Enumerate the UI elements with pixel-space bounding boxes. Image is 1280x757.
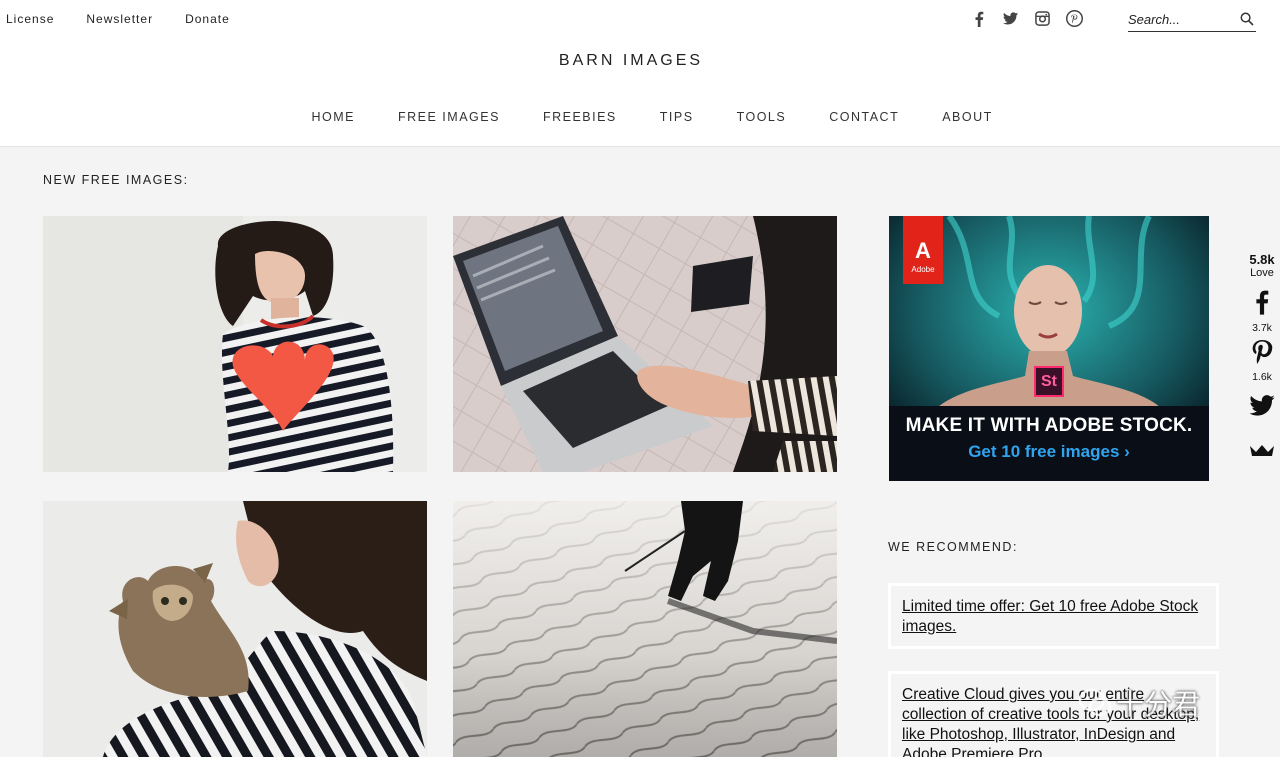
nav-free-images[interactable]: FREE IMAGES [377,110,522,124]
facebook-share-button[interactable]: 3.7k [1244,289,1280,334]
pinterest-icon[interactable] [1065,9,1084,28]
crown-share-button[interactable] [1244,443,1280,462]
license-link[interactable]: License [6,12,54,26]
recommend-link-1[interactable]: Limited time offer: Get 10 free Adobe St… [902,598,1198,635]
share-total-count: 5.8k [1249,252,1275,267]
twitter-icon[interactable] [1001,9,1020,28]
site-title[interactable]: BARN IMAGES [0,52,1262,70]
newsletter-link[interactable]: Newsletter [86,12,153,26]
main-nav: HOME FREE IMAGES FREEBIES TIPS TOOLS CON… [290,110,1014,124]
recommend-card: Limited time offer: Get 10 free Adobe St… [888,583,1219,649]
social-links [969,9,1084,28]
facebook-icon [1255,289,1269,320]
nav-about[interactable]: ABOUT [921,110,1015,124]
pinterest-icon [1251,340,1273,369]
skier-snow-photo[interactable] [453,501,837,757]
site-header: License Newsletter Donate BARN IMAGES HO… [0,0,1280,147]
top-links: License Newsletter Donate [6,12,262,26]
share-bar: 5.8k Love 3.7k 1.6k [1244,252,1280,462]
adobe-stock-ad[interactable]: A Adobe St MAKE IT WITH ADOBE STOCK. Get… [889,216,1209,481]
nav-contact[interactable]: CONTACT [808,110,921,124]
nav-freebies[interactable]: FREEBIES [521,110,638,124]
search-box [1128,9,1256,32]
adobe-stock-st-icon: St [1034,366,1064,397]
twitter-share-button[interactable] [1244,395,1280,421]
share-total-label: Love [1250,267,1274,279]
wechat-icon [1078,688,1112,717]
nav-tools[interactable]: TOOLS [715,110,808,124]
search-icon[interactable] [1240,12,1254,31]
donate-link[interactable]: Donate [185,12,230,26]
watermark: 十分君 [1078,683,1200,723]
woman-heart-shirt-photo[interactable] [43,216,427,472]
adobe-logo: A Adobe [903,216,943,284]
pinterest-share-count: 1.6k [1252,371,1272,383]
facebook-share-count: 3.7k [1252,322,1272,334]
crown-icon [1249,443,1275,462]
instagram-icon[interactable] [1033,9,1052,28]
watermark-text: 十分君 [1116,688,1201,721]
woman-holding-cat-photo[interactable] [43,501,427,757]
recommend-title: WE RECOMMEND: [888,540,1018,554]
laptop-typing-photo[interactable] [453,216,837,472]
nav-tips[interactable]: TIPS [638,110,715,124]
pinterest-share-button[interactable]: 1.6k [1244,340,1280,383]
ad-headline: MAKE IT WITH ADOBE STOCK. [905,415,1193,436]
facebook-icon[interactable] [969,9,988,28]
nav-home[interactable]: HOME [290,110,377,124]
section-title: NEW FREE IMAGES: [43,173,189,187]
search-input[interactable] [1128,9,1233,27]
ad-cta-link[interactable]: Get 10 free images › [889,442,1209,462]
twitter-icon [1249,395,1275,421]
